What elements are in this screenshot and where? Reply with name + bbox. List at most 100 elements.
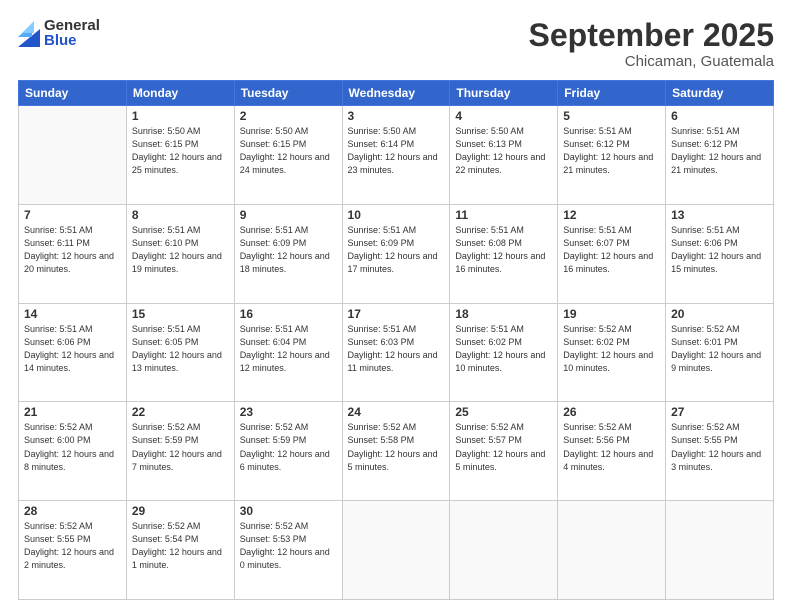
day-cell: 12Sunrise: 5:51 AMSunset: 6:07 PMDayligh… <box>558 204 666 303</box>
day-number: 30 <box>240 504 337 518</box>
header-thursday: Thursday <box>450 81 558 106</box>
title-block: September 2025 Chicaman, Guatemala <box>529 18 774 70</box>
day-cell: 6Sunrise: 5:51 AMSunset: 6:12 PMDaylight… <box>666 106 774 205</box>
day-info: Sunrise: 5:51 AMSunset: 6:10 PMDaylight:… <box>132 224 229 276</box>
week-row-4: 21 Sunrise: 5:52 AMSunset: 6:00 PMDayligh… <box>19 402 774 501</box>
day-cell: 19Sunrise: 5:52 AMSunset: 6:02 PMDayligh… <box>558 303 666 402</box>
week-row-5: 28 Sunrise: 5:52 AMSunset: 5:55 PMDayligh… <box>19 501 774 600</box>
day-info: Sunrise: 5:50 AMSunset: 6:15 PMDaylight:… <box>240 125 337 177</box>
day-cell <box>558 501 666 600</box>
day-cell: 29 Sunrise: 5:52 AMSunset: 5:54 PMDayligh… <box>126 501 234 600</box>
calendar-table: Sunday Monday Tuesday Wednesday Thursday… <box>18 80 774 600</box>
weekday-header-row: Sunday Monday Tuesday Wednesday Thursday… <box>19 81 774 106</box>
header-tuesday: Tuesday <box>234 81 342 106</box>
day-cell: 10 Sunrise: 5:51 AMSunset: 6:09 PMDayligh… <box>342 204 450 303</box>
day-cell: 20 Sunrise: 5:52 AMSunset: 6:01 PMDayligh… <box>666 303 774 402</box>
day-cell <box>19 106 127 205</box>
day-number: 9 <box>240 208 337 222</box>
day-cell: 21 Sunrise: 5:52 AMSunset: 6:00 PMDayligh… <box>19 402 127 501</box>
day-cell: 1 Sunrise: 5:50 AMSunset: 6:15 PMDaylight… <box>126 106 234 205</box>
day-cell: 16Sunrise: 5:51 AMSunset: 6:04 PMDayligh… <box>234 303 342 402</box>
day-cell: 2 Sunrise: 5:50 AMSunset: 6:15 PMDaylight… <box>234 106 342 205</box>
day-number: 14 <box>24 307 121 321</box>
day-info: Sunrise: 5:52 AMSunset: 5:56 PMDaylight:… <box>563 421 660 473</box>
week-row-3: 14Sunrise: 5:51 AMSunset: 6:06 PMDayligh… <box>19 303 774 402</box>
day-cell: 27Sunrise: 5:52 AMSunset: 5:55 PMDayligh… <box>666 402 774 501</box>
day-info: Sunrise: 5:52 AMSunset: 5:55 PMDaylight:… <box>24 520 121 572</box>
day-cell: 15 Sunrise: 5:51 AMSunset: 6:05 PMDayligh… <box>126 303 234 402</box>
header-sunday: Sunday <box>19 81 127 106</box>
header-saturday: Saturday <box>666 81 774 106</box>
day-number: 11 <box>455 208 552 222</box>
day-info: Sunrise: 5:51 AMSunset: 6:11 PMDaylight:… <box>24 224 121 276</box>
day-number: 10 <box>348 208 445 222</box>
header-wednesday: Wednesday <box>342 81 450 106</box>
day-cell <box>342 501 450 600</box>
day-number: 13 <box>671 208 768 222</box>
day-info: Sunrise: 5:51 AMSunset: 6:12 PMDaylight:… <box>671 125 768 177</box>
day-cell: 8 Sunrise: 5:51 AMSunset: 6:10 PMDaylight… <box>126 204 234 303</box>
day-number: 26 <box>563 405 660 419</box>
day-info: Sunrise: 5:51 AMSunset: 6:07 PMDaylight:… <box>563 224 660 276</box>
day-cell: 13Sunrise: 5:51 AMSunset: 6:06 PMDayligh… <box>666 204 774 303</box>
day-cell: 7 Sunrise: 5:51 AMSunset: 6:11 PMDaylight… <box>19 204 127 303</box>
day-info: Sunrise: 5:52 AMSunset: 6:00 PMDaylight:… <box>24 421 121 473</box>
day-info: Sunrise: 5:51 AMSunset: 6:12 PMDaylight:… <box>563 125 660 177</box>
day-number: 15 <box>132 307 229 321</box>
day-number: 20 <box>671 307 768 321</box>
day-cell: 25Sunrise: 5:52 AMSunset: 5:57 PMDayligh… <box>450 402 558 501</box>
logo-blue-text: Blue <box>44 33 100 48</box>
day-number: 3 <box>348 109 445 123</box>
day-info: Sunrise: 5:52 AMSunset: 5:53 PMDaylight:… <box>240 520 337 572</box>
day-cell: 4Sunrise: 5:50 AMSunset: 6:13 PMDaylight… <box>450 106 558 205</box>
day-number: 8 <box>132 208 229 222</box>
day-number: 28 <box>24 504 121 518</box>
day-info: Sunrise: 5:51 AMSunset: 6:09 PMDaylight:… <box>348 224 445 276</box>
day-number: 17 <box>348 307 445 321</box>
day-cell: 3 Sunrise: 5:50 AMSunset: 6:14 PMDaylight… <box>342 106 450 205</box>
day-info: Sunrise: 5:51 AMSunset: 6:08 PMDaylight:… <box>455 224 552 276</box>
day-info: Sunrise: 5:52 AMSunset: 5:54 PMDaylight:… <box>132 520 229 572</box>
day-cell: 5Sunrise: 5:51 AMSunset: 6:12 PMDaylight… <box>558 106 666 205</box>
month-title: September 2025 <box>529 18 774 53</box>
day-cell: 24 Sunrise: 5:52 AMSunset: 5:58 PMDayligh… <box>342 402 450 501</box>
day-info: Sunrise: 5:52 AMSunset: 5:59 PMDaylight:… <box>132 421 229 473</box>
day-cell: 23 Sunrise: 5:52 AMSunset: 5:59 PMDayligh… <box>234 402 342 501</box>
day-cell: 9 Sunrise: 5:51 AMSunset: 6:09 PMDaylight… <box>234 204 342 303</box>
day-cell: 18Sunrise: 5:51 AMSunset: 6:02 PMDayligh… <box>450 303 558 402</box>
logo-text: General Blue <box>44 18 100 48</box>
day-info: Sunrise: 5:50 AMSunset: 6:14 PMDaylight:… <box>348 125 445 177</box>
day-number: 7 <box>24 208 121 222</box>
header: General Blue September 2025 Chicaman, Gu… <box>18 18 774 70</box>
day-cell <box>450 501 558 600</box>
day-number: 19 <box>563 307 660 321</box>
day-info: Sunrise: 5:52 AMSunset: 5:57 PMDaylight:… <box>455 421 552 473</box>
week-row-1: 1 Sunrise: 5:50 AMSunset: 6:15 PMDaylight… <box>19 106 774 205</box>
location-subtitle: Chicaman, Guatemala <box>529 53 774 70</box>
week-row-2: 7 Sunrise: 5:51 AMSunset: 6:11 PMDaylight… <box>19 204 774 303</box>
day-number: 24 <box>348 405 445 419</box>
day-number: 23 <box>240 405 337 419</box>
logo-general-text: General <box>44 18 100 33</box>
day-info: Sunrise: 5:51 AMSunset: 6:05 PMDaylight:… <box>132 323 229 375</box>
header-friday: Friday <box>558 81 666 106</box>
day-cell: 11 Sunrise: 5:51 AMSunset: 6:08 PMDayligh… <box>450 204 558 303</box>
day-number: 21 <box>24 405 121 419</box>
day-info: Sunrise: 5:52 AMSunset: 6:01 PMDaylight:… <box>671 323 768 375</box>
day-number: 22 <box>132 405 229 419</box>
day-cell: 26 Sunrise: 5:52 AMSunset: 5:56 PMDayligh… <box>558 402 666 501</box>
day-info: Sunrise: 5:51 AMSunset: 6:02 PMDaylight:… <box>455 323 552 375</box>
day-info: Sunrise: 5:51 AMSunset: 6:09 PMDaylight:… <box>240 224 337 276</box>
day-info: Sunrise: 5:50 AMSunset: 6:15 PMDaylight:… <box>132 125 229 177</box>
day-cell: 28 Sunrise: 5:52 AMSunset: 5:55 PMDayligh… <box>19 501 127 600</box>
day-number: 1 <box>132 109 229 123</box>
day-info: Sunrise: 5:51 AMSunset: 6:04 PMDaylight:… <box>240 323 337 375</box>
day-info: Sunrise: 5:52 AMSunset: 5:59 PMDaylight:… <box>240 421 337 473</box>
day-info: Sunrise: 5:52 AMSunset: 5:55 PMDaylight:… <box>671 421 768 473</box>
day-number: 29 <box>132 504 229 518</box>
day-cell <box>666 501 774 600</box>
day-cell: 30 Sunrise: 5:52 AMSunset: 5:53 PMDayligh… <box>234 501 342 600</box>
day-info: Sunrise: 5:52 AMSunset: 5:58 PMDaylight:… <box>348 421 445 473</box>
day-info: Sunrise: 5:50 AMSunset: 6:13 PMDaylight:… <box>455 125 552 177</box>
day-number: 2 <box>240 109 337 123</box>
